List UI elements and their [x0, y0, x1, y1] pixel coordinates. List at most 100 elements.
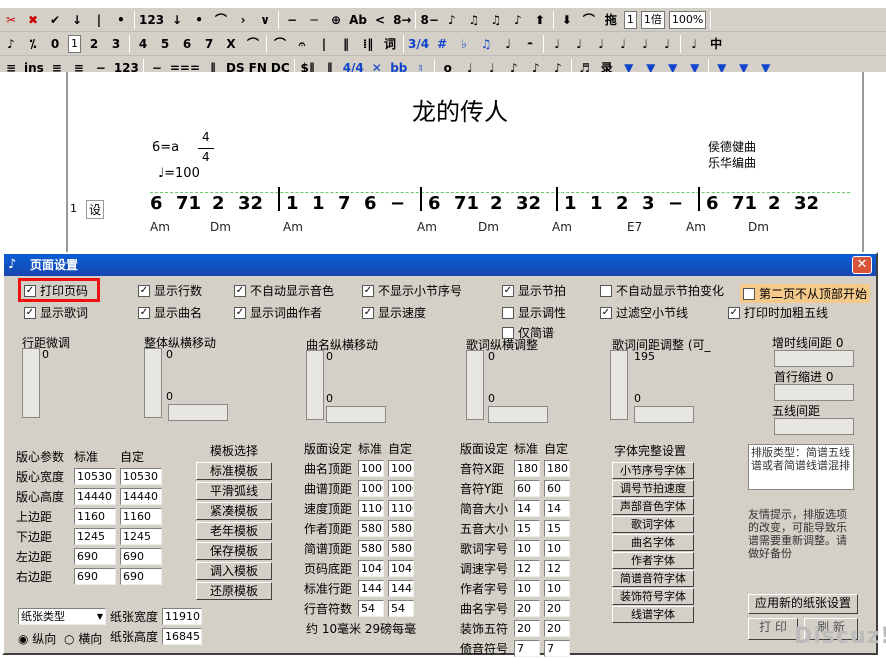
horizontal-scrollbar[interactable] [168, 404, 228, 421]
toolbar-button[interactable]: • [110, 10, 132, 30]
toolbar-button[interactable]: ⁞‖ [357, 34, 379, 54]
template-button[interactable]: 保存模板 [196, 542, 272, 560]
chord-symbol[interactable]: Am [686, 220, 706, 234]
toolbar-button[interactable]: ─ [303, 10, 325, 30]
toolbar-button[interactable]: ⌒ [210, 10, 232, 30]
checkbox-box[interactable] [600, 284, 612, 297]
toolbar-button[interactable]: ♩ [590, 34, 612, 54]
horizontal-scrollbar[interactable] [774, 384, 854, 401]
checkbox-1[interactable]: ✓ 显示行数 [138, 282, 202, 299]
tempo-mark[interactable]: ♩=100 [158, 166, 200, 181]
toolbar-button[interactable]: ⊕ [325, 10, 347, 30]
param-custom-field[interactable]: 7 [544, 640, 570, 657]
toolbar-button[interactable]: ⬇ [556, 10, 578, 30]
param-custom-field[interactable]: 180 [544, 460, 570, 477]
chord-symbol[interactable]: Dm [210, 220, 231, 234]
toolbar-button[interactable]: ♩ [634, 34, 656, 54]
score-canvas[interactable]: 龙的传人 6=a 4 4 ♩=100 侯德健曲 乐华编曲 1 设 6 71 2 32 1… [0, 72, 886, 262]
note[interactable]: 71 [176, 193, 201, 214]
toolbar-button[interactable]: 100% [668, 10, 707, 29]
toolbar-button[interactable]: 0 [44, 34, 66, 54]
toolbar-button[interactable]: ✂ [0, 10, 22, 30]
param-standard-field[interactable]: 20 [514, 600, 540, 617]
param-standard-field[interactable]: 580 [358, 520, 384, 537]
vertical-scrollbar[interactable] [306, 350, 324, 420]
param-standard-field[interactable]: 1100 [358, 500, 384, 517]
checkbox-box[interactable]: ✓ [728, 306, 740, 319]
param-standard-field[interactable]: 1040 [358, 560, 384, 577]
toolbar-button[interactable]: 1 [68, 34, 81, 53]
melody-line[interactable]: 6 71 2 32 1 1 7 6−6 71 2 32 1 1 2 3−6 71 2 32 [150, 187, 850, 222]
param-standard-field[interactable]: 14440 [74, 488, 116, 505]
toolbar-button[interactable]: 8→ [391, 10, 413, 30]
param-custom-field[interactable]: 1040 [388, 560, 414, 577]
note[interactable]: 1 [564, 193, 577, 214]
param-standard-field[interactable]: 1440 [358, 580, 384, 597]
toolbar-button[interactable]: ↓ [66, 10, 88, 30]
note[interactable]: 32 [516, 193, 541, 214]
toolbar-button[interactable]: ⁒ [22, 34, 44, 54]
toolbar-button[interactable]: 7 [198, 34, 220, 54]
note[interactable]: 1 [286, 193, 299, 214]
paper-type-select[interactable]: 纸张类型 ▼ [18, 608, 106, 625]
note[interactable]: 6 [364, 193, 377, 214]
toolbar-button[interactable]: ♭ [453, 34, 475, 54]
toolbar-button[interactable]: X [220, 34, 242, 54]
toolbar-button[interactable]: 8− [418, 10, 440, 30]
param-custom-field[interactable]: 1440 [388, 580, 414, 597]
vertical-scrollbar[interactable] [610, 350, 628, 420]
toolbar-button[interactable]: 𝄼 [519, 34, 541, 54]
note[interactable]: 2 [490, 193, 503, 214]
param-custom-field[interactable]: 20 [544, 600, 570, 617]
param-custom-field[interactable]: 60 [544, 480, 570, 497]
dialog-titlebar[interactable]: ♪ 页面设置 ✕ [4, 254, 876, 276]
note[interactable]: 2 [212, 193, 225, 214]
param-standard-field[interactable]: 7 [514, 640, 540, 657]
vertical-scrollbar[interactable] [144, 348, 162, 418]
note[interactable]: 1 [590, 193, 603, 214]
param-standard-field[interactable]: 690 [74, 548, 116, 565]
toolbar-button[interactable]: › [232, 10, 254, 30]
toolbar-button[interactable]: 4 [132, 34, 154, 54]
param-custom-field[interactable]: 12 [544, 560, 570, 577]
param-standard-field[interactable]: 10 [514, 580, 540, 597]
toolbar-button[interactable]: 𝄐 [291, 34, 313, 54]
chevron-down-icon[interactable]: ▼ [97, 609, 103, 624]
toolbar-button[interactable]: − [281, 10, 303, 30]
param-custom-field[interactable]: 690 [120, 548, 162, 565]
song-title[interactable]: 龙的传人 [360, 92, 560, 127]
toolbar-button[interactable]: ♩ [497, 34, 519, 54]
font-setting-button[interactable]: 声部音色字体 [612, 498, 694, 515]
param-custom-field[interactable]: 14 [544, 500, 570, 517]
font-setting-button[interactable]: 小节序号字体 [612, 462, 694, 479]
toolbar-button[interactable]: ♩ [683, 34, 705, 54]
toolbar-button[interactable]: | [313, 34, 335, 54]
param-custom-field[interactable]: 10 [544, 580, 570, 597]
checkbox-13[interactable]: ✓ 打印时加粗五线 [728, 304, 828, 321]
template-button[interactable]: 标准模板 [196, 462, 272, 480]
checkbox-14[interactable]: 仅简谱 [502, 324, 554, 341]
radio-portrait[interactable]: ◉ 纵向 [18, 630, 56, 647]
toolbar-button[interactable]: • [188, 10, 210, 30]
note[interactable]: − [390, 193, 405, 214]
checkbox-9[interactable]: ✓ 显示词曲作者 [234, 304, 322, 321]
param-custom-field[interactable]: 54 [388, 600, 414, 617]
chord-symbol[interactable]: Am [417, 220, 437, 234]
checkbox-10[interactable]: ✓ 显示速度 [362, 304, 426, 321]
checkbox-box[interactable]: ✓ [362, 306, 374, 319]
param-custom-field[interactable]: 580 [388, 520, 414, 537]
font-setting-button[interactable]: 歌词字体 [612, 516, 694, 533]
param-standard-field[interactable]: 10 [514, 540, 540, 557]
arranger-credit[interactable]: 乐华编曲 [708, 154, 756, 171]
chord-symbol[interactable]: E7 [627, 220, 642, 234]
param-standard-field[interactable]: 54 [358, 600, 384, 617]
note[interactable]: 6 [706, 193, 719, 214]
key-signature[interactable]: 6=a [152, 140, 179, 155]
toolbar-button[interactable]: Ab [347, 10, 369, 30]
chord-symbol[interactable]: Am [552, 220, 572, 234]
note[interactable]: 3 [642, 193, 655, 214]
checkbox-0[interactable]: ✓ 打印页码 [24, 282, 88, 299]
toolbar-button[interactable]: ⬆ [529, 10, 551, 30]
toolbar-button[interactable]: 1 [623, 10, 637, 29]
checkbox-2[interactable]: ✓ 不自动显示音色 [234, 282, 334, 299]
